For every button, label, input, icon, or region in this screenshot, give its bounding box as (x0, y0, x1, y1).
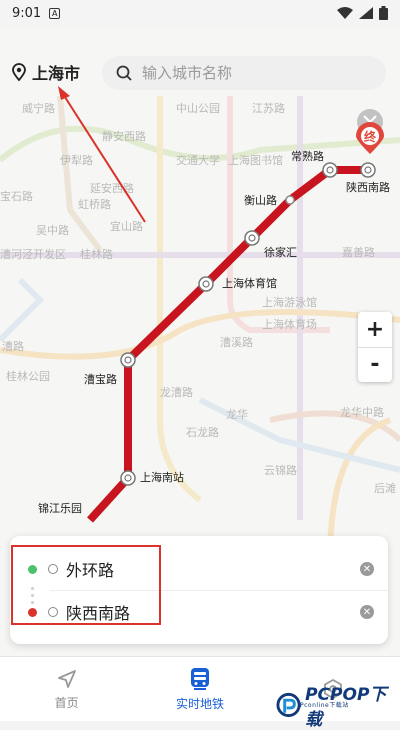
destination-station[interactable]: 陕西南路 (66, 600, 130, 624)
signal-icon (359, 7, 373, 19)
nav-realtime-metro[interactable]: 实时地铁 (133, 657, 266, 721)
station-label: 锦江乐园 (38, 501, 82, 515)
destination-circle-icon (48, 607, 58, 617)
nav-home[interactable]: 首页 (0, 657, 133, 721)
svg-text:终: 终 (364, 129, 377, 144)
clear-origin-icon[interactable]: ✕ (360, 562, 374, 576)
svg-text:上海游泳馆: 上海游泳馆 (262, 295, 317, 309)
svg-text:桂林公园: 桂林公园 (6, 369, 50, 383)
station-label: 衡山路 (244, 194, 277, 207)
watermark-subtext: Pconline下载站 (300, 702, 349, 709)
svg-text:交通大学: 交通大学 (176, 153, 220, 167)
status-time: 9:01 (12, 5, 42, 21)
svg-text:虹桥路: 虹桥路 (78, 198, 111, 211)
location-pin-icon (12, 63, 26, 81)
svg-text:龙漕路: 龙漕路 (160, 385, 193, 399)
origin-station[interactable]: 外环路 (66, 557, 114, 581)
svg-text:上海体育场: 上海体育场 (262, 317, 317, 331)
zoom-in-button[interactable]: + (358, 312, 392, 347)
city-name: 上海市 (32, 64, 81, 83)
svg-text:后滩: 后滩 (374, 481, 396, 495)
pcpop-logo-icon (276, 692, 301, 718)
svg-text:威宁路: 威宁路 (22, 101, 55, 115)
end-marker-icon: 终 (356, 122, 384, 154)
zoom-control: + - (358, 312, 392, 382)
navigate-icon (57, 669, 76, 688)
notification-icon: A (49, 7, 61, 19)
status-bar: 9:01 A (0, 0, 400, 26)
city-search-input[interactable] (140, 63, 364, 83)
origin-circle-icon (48, 564, 58, 574)
station-label: 漕宝路 (84, 372, 117, 386)
svg-text:静安西路: 静安西路 (102, 129, 146, 143)
svg-text:漕路: 漕路 (2, 339, 24, 353)
svg-text:嘉善路: 嘉善路 (342, 245, 375, 259)
city-search-bar[interactable] (102, 56, 386, 90)
station-label: 上海体育馆 (222, 276, 277, 290)
nav-realtime-metro-label: 实时地铁 (175, 696, 224, 711)
route-card: 外环路 ✕ 陕西南路 ✕ (10, 536, 388, 644)
svg-text:中山公园: 中山公园 (176, 102, 220, 115)
battery-icon (379, 6, 388, 20)
station-label: 徐家汇 (264, 245, 297, 259)
zoom-out-button[interactable]: - (358, 348, 392, 383)
metro-icon (190, 667, 209, 690)
svg-text:桂林路: 桂林路 (80, 247, 113, 261)
wifi-icon (337, 7, 353, 19)
svg-text:宜山路: 宜山路 (110, 219, 143, 233)
svg-text:江苏路: 江苏路 (252, 102, 285, 115)
origin-row[interactable]: 外环路 ✕ (10, 547, 388, 591)
svg-text:伊犁路: 伊犁路 (60, 153, 93, 167)
nav-home-label: 首页 (54, 695, 79, 710)
station-label: 常熟路 (291, 149, 324, 163)
svg-text:漕溪路: 漕溪路 (220, 335, 253, 349)
clear-destination-icon[interactable]: ✕ (360, 605, 374, 619)
svg-text:漕河泾开发区: 漕河泾开发区 (0, 247, 66, 261)
watermark-logo: PCPOP下载 Pconline下载站 (276, 680, 400, 730)
search-icon (116, 65, 132, 81)
svg-text:石龙路: 石龙路 (186, 426, 219, 439)
svg-text:宝石路: 宝石路 (0, 189, 33, 203)
svg-text:上海图书馆: 上海图书馆 (228, 153, 283, 167)
destination-dot (28, 607, 37, 617)
origin-dot (28, 564, 37, 574)
svg-text:云锦路: 云锦路 (264, 463, 297, 477)
top-bar: 上海市 (0, 50, 400, 96)
station-label: 上海南站 (140, 470, 184, 484)
svg-text:龙华: 龙华 (226, 407, 248, 421)
destination-row[interactable]: 陕西南路 ✕ (10, 590, 388, 634)
svg-text:吴中路: 吴中路 (36, 224, 69, 237)
station-label: 陕西南路 (346, 180, 390, 194)
svg-text:龙华中路: 龙华中路 (340, 405, 384, 419)
city-selector[interactable]: 上海市 (12, 60, 80, 84)
